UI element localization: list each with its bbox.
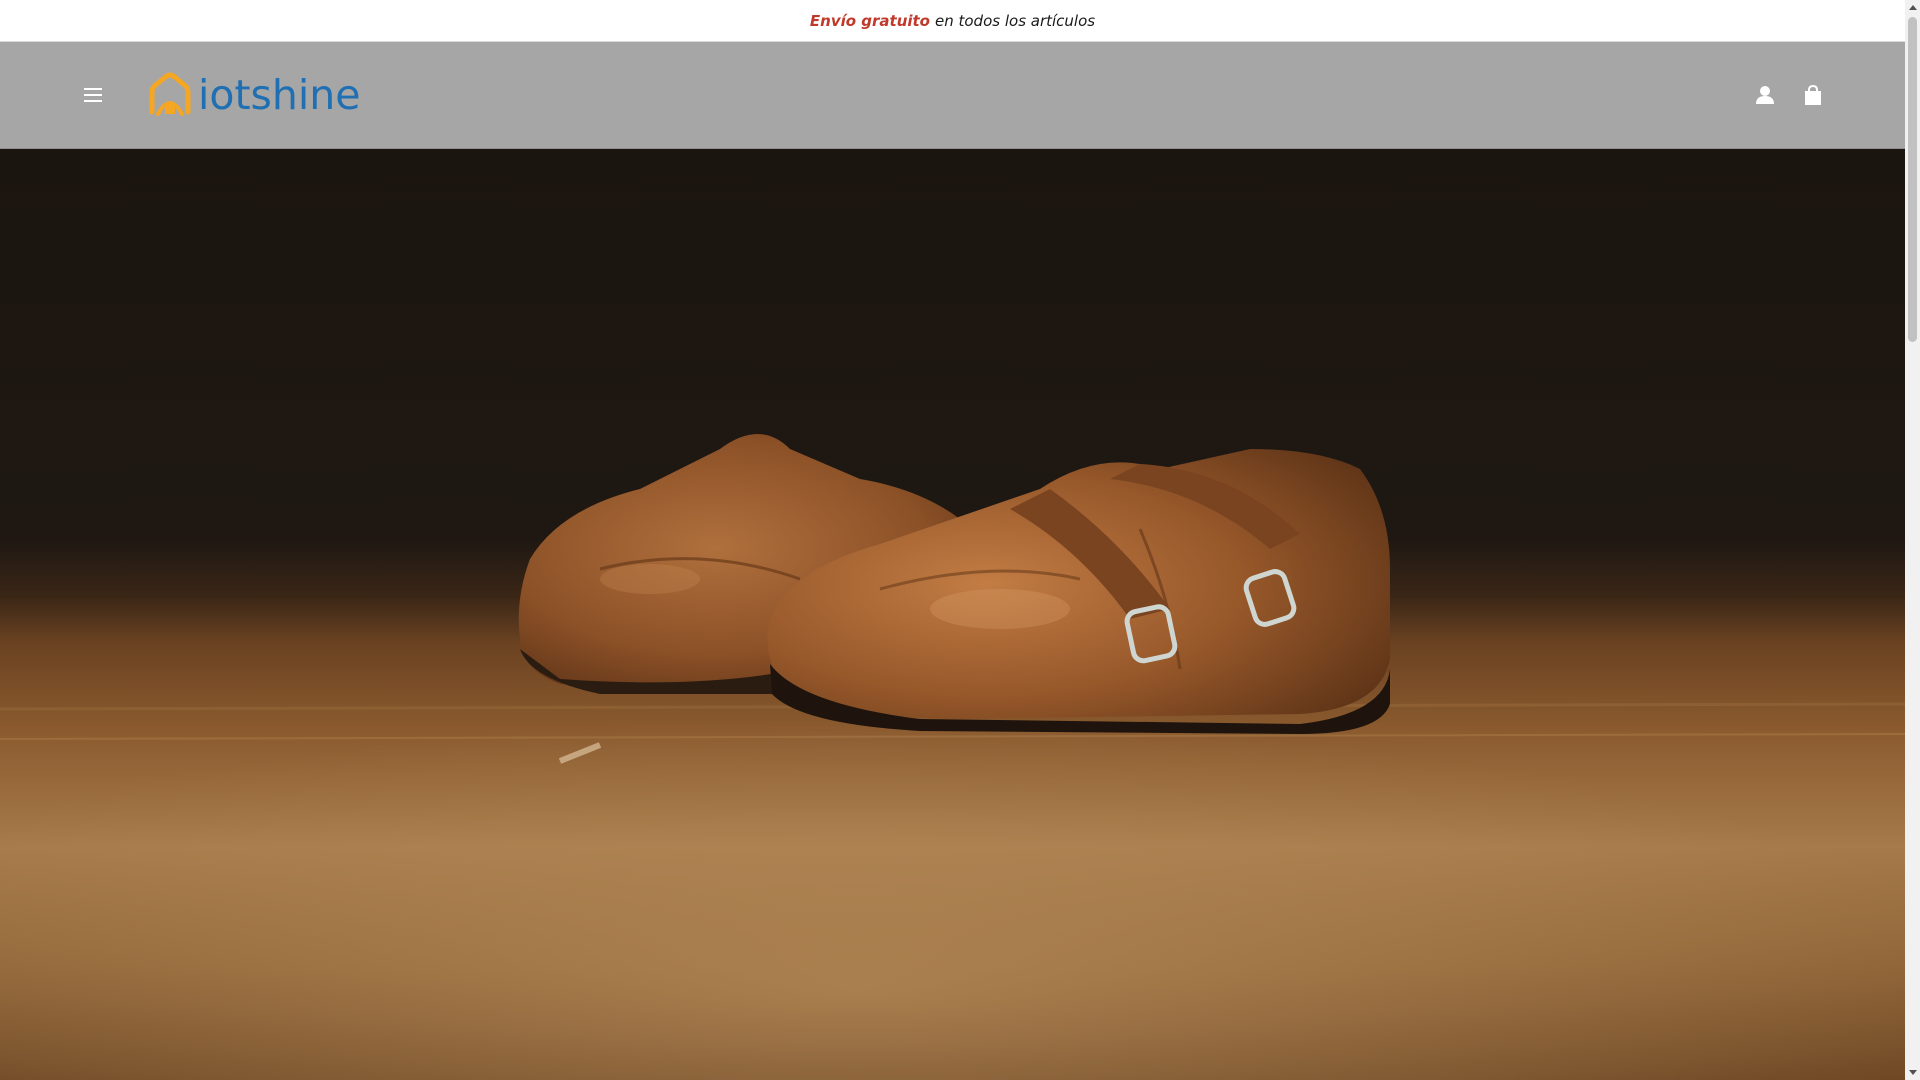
menu-button[interactable] xyxy=(78,80,108,110)
scroll-down-arrow-icon[interactable] xyxy=(1905,1065,1920,1080)
announcement-highlight: Envío gratuito xyxy=(809,11,930,30)
vertical-scrollbar[interactable] xyxy=(1905,0,1920,1080)
shoes-photo xyxy=(0,149,1905,1080)
user-icon xyxy=(1756,86,1774,104)
announcement-text: en todos los artículos xyxy=(935,11,1096,30)
page: Envío gratuito en todos los artículos io… xyxy=(0,0,1920,1080)
logo-text: iotshine xyxy=(198,70,361,119)
scrollbar-thumb[interactable] xyxy=(1908,17,1917,342)
account-button[interactable] xyxy=(1750,80,1780,110)
page-content: Envío gratuito en todos los artículos io… xyxy=(0,0,1905,1080)
announcement-bar: Envío gratuito en todos los artículos xyxy=(0,0,1905,42)
hero-image xyxy=(0,149,1905,1080)
cart-button[interactable] xyxy=(1798,80,1828,110)
house-logo-icon xyxy=(149,72,191,116)
logo-link[interactable]: iotshine xyxy=(146,66,361,124)
shopping-bag-icon xyxy=(1805,84,1821,105)
hamburger-menu-icon xyxy=(84,88,102,102)
site-header: iotshine xyxy=(0,42,1905,149)
scroll-up-arrow-icon[interactable] xyxy=(1905,0,1920,15)
